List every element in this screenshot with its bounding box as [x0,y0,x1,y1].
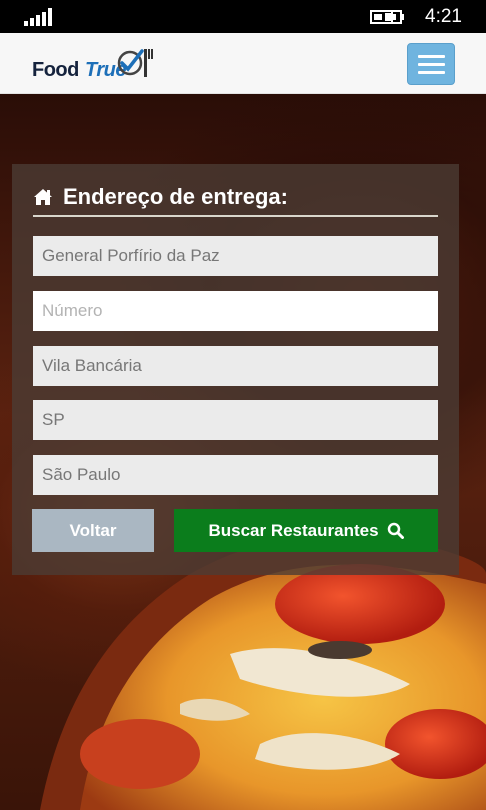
city-field[interactable] [33,455,438,495]
card-title: Endereço de entrega: [63,184,288,209]
status-bar: 4:21 [0,0,486,33]
home-icon [34,189,52,205]
search-icon [387,522,404,539]
search-restaurants-button[interactable]: Buscar Restaurantes [174,509,438,552]
hamburger-menu-button[interactable] [407,43,455,85]
signal-bars-icon [24,8,54,26]
state-field[interactable] [33,400,438,440]
search-button-label: Buscar Restaurantes [208,520,379,540]
back-button-label: Voltar [69,520,117,540]
street-field[interactable] [33,236,438,276]
app-header: Food True [0,33,486,94]
hamburger-menu-icon [418,55,445,58]
status-time: 4:21 [425,6,462,27]
battery-charging-icon [370,10,404,24]
foodtrue-logo[interactable]: Food True [32,45,162,81]
back-button[interactable]: Voltar [32,509,154,552]
number-field[interactable] [33,291,438,331]
logo-check-icon [117,49,153,77]
card-header: Endereço de entrega: [33,184,438,217]
delivery-address-card: Endereço de entrega: Voltar Buscar Resta… [12,164,459,575]
logo-food-text: Food [32,59,79,81]
neighborhood-field[interactable] [33,346,438,386]
